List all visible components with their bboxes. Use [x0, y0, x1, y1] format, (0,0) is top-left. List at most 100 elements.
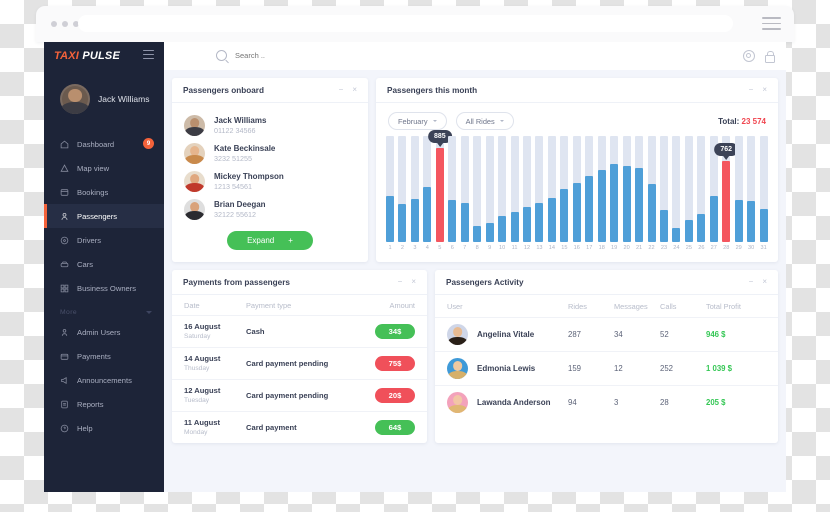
minimize-icon[interactable]: −: [398, 278, 403, 286]
chart-bar-slot[interactable]: [473, 136, 482, 242]
sidebar-item-passengers[interactable]: Passengers: [44, 204, 164, 228]
chart-bar-slot[interactable]: [672, 136, 681, 242]
chart-bar[interactable]: [398, 204, 407, 242]
chart-bar-slot[interactable]: [560, 136, 569, 242]
table-row[interactable]: Angelina Vitale 287 34 52 946 $: [435, 317, 778, 351]
chart-bar[interactable]: [535, 202, 544, 242]
list-item[interactable]: Kate Beckinsale 3232 51255: [172, 139, 368, 167]
chart-bar-slot[interactable]: [510, 136, 519, 242]
chart-bar-slot[interactable]: 885: [427, 130, 452, 242]
expand-button[interactable]: Expand +: [227, 231, 313, 250]
sidebar-user-profile[interactable]: Jack Williams: [44, 70, 164, 128]
sidebar-brand[interactable]: TAXI PULSE: [44, 42, 164, 70]
chart-bar[interactable]: [522, 207, 531, 242]
chart-bar[interactable]: [485, 223, 494, 242]
sidebar-item-reports[interactable]: Reports: [44, 392, 164, 416]
chart-bar-slot[interactable]: [410, 136, 419, 242]
window-controls[interactable]: [51, 21, 79, 27]
chart-bar[interactable]: [473, 225, 482, 242]
sidebar-item-bookings[interactable]: Bookings: [44, 180, 164, 204]
list-item[interactable]: Mickey Thompson 1213 54561: [172, 167, 368, 195]
chart-bar[interactable]: [597, 169, 606, 242]
close-icon[interactable]: ×: [762, 278, 767, 286]
chart-bar-slot[interactable]: [597, 136, 606, 242]
chart-bar[interactable]: [560, 189, 569, 242]
sidebar-item-business-owners[interactable]: Business Owners: [44, 276, 164, 300]
month-filter-dropdown[interactable]: February: [388, 112, 447, 130]
chart-bar-slot[interactable]: [522, 136, 531, 242]
browser-menu-icon[interactable]: [762, 17, 781, 30]
chart-bar-slot[interactable]: [659, 136, 668, 242]
minimize-icon[interactable]: −: [749, 86, 754, 94]
sidebar-item-map-view[interactable]: Map view: [44, 156, 164, 180]
chart-bar[interactable]: [423, 186, 432, 242]
chart-bar-slot[interactable]: [572, 136, 581, 242]
sidebar-item-cars[interactable]: Cars: [44, 252, 164, 276]
chart-bar-slot[interactable]: [460, 136, 469, 242]
chart-bar[interactable]: [448, 199, 457, 242]
chart-bar-slot[interactable]: [622, 136, 631, 242]
search-input[interactable]: [233, 50, 357, 61]
chart-bar[interactable]: [635, 167, 644, 242]
chart-bar[interactable]: [709, 196, 718, 242]
chart-bar-slot[interactable]: [386, 136, 394, 242]
chart-bar-slot[interactable]: [423, 136, 432, 242]
chart-bar[interactable]: [547, 198, 556, 242]
sidebar-item-admin-users[interactable]: Admin Users: [44, 320, 164, 344]
chart-bar[interactable]: [659, 210, 668, 242]
chart-bar[interactable]: [585, 176, 594, 242]
chart-bar[interactable]: [684, 220, 693, 242]
sidebar-toggle-icon[interactable]: [143, 50, 154, 62]
search-container[interactable]: [216, 50, 357, 61]
chart-bar-slot[interactable]: [635, 136, 644, 242]
chart-bar[interactable]: [460, 202, 469, 242]
minimize-icon[interactable]: −: [749, 278, 754, 286]
chart-bar[interactable]: [410, 199, 419, 242]
chart-bar[interactable]: [697, 214, 706, 242]
rides-filter-dropdown[interactable]: All Rides: [455, 112, 514, 130]
chart-bar-slot[interactable]: 762: [714, 136, 739, 242]
chart-bar[interactable]: [672, 228, 681, 242]
table-row[interactable]: 16 August Saturday Cash 34$: [172, 315, 427, 347]
chart-bar[interactable]: [498, 216, 507, 242]
table-row[interactable]: 14 August Thusday Card payment pending 7…: [172, 347, 427, 379]
chart-bar-slot[interactable]: [535, 136, 544, 242]
chart-bar-slot[interactable]: [585, 136, 594, 242]
sidebar-item-payments[interactable]: Payments: [44, 344, 164, 368]
table-row[interactable]: 12 August Tuesday Card payment pending 2…: [172, 379, 427, 411]
table-row[interactable]: 11 August Monday Card payment 64$: [172, 411, 427, 443]
lock-icon[interactable]: [765, 51, 775, 63]
chart-bar[interactable]: [610, 164, 619, 242]
chart-bar-slot[interactable]: [697, 136, 706, 242]
chart-bar[interactable]: [510, 211, 519, 242]
chart-bar[interactable]: 885: [427, 130, 452, 242]
chart-bar-slot[interactable]: [734, 136, 743, 242]
chart-bar-slot[interactable]: [747, 136, 756, 242]
chart-bar[interactable]: [747, 201, 756, 242]
close-icon[interactable]: ×: [762, 86, 767, 94]
chart-bar[interactable]: [622, 165, 631, 242]
chart-bar[interactable]: [572, 182, 581, 242]
table-row[interactable]: Edmonia Lewis 159 12 252 1 039 $: [435, 351, 778, 385]
close-icon[interactable]: ×: [352, 86, 357, 94]
chart-bar-slot[interactable]: [448, 136, 457, 242]
sidebar-item-drivers[interactable]: Drivers: [44, 228, 164, 252]
list-item[interactable]: Brian Deegan 32122 55612: [172, 195, 368, 223]
chart-bar-slot[interactable]: [684, 136, 693, 242]
chart-bar-slot[interactable]: [647, 136, 656, 242]
browser-url-bar[interactable]: [78, 15, 733, 32]
sidebar-item-announcements[interactable]: Announcements: [44, 368, 164, 392]
chart-bar-slot[interactable]: [485, 136, 494, 242]
sidebar-item-dashboard[interactable]: Dashboard 9: [44, 132, 164, 156]
sidebar-item-help[interactable]: Help: [44, 416, 164, 440]
minimize-icon[interactable]: −: [339, 86, 344, 94]
gear-icon[interactable]: [743, 50, 755, 62]
chart-bar[interactable]: [386, 196, 394, 242]
chart-bar[interactable]: [734, 199, 743, 242]
close-icon[interactable]: ×: [411, 278, 416, 286]
chart-bar[interactable]: 762: [714, 143, 739, 242]
sidebar-group-more[interactable]: More: [44, 300, 164, 320]
chart-bar[interactable]: [647, 184, 656, 242]
table-row[interactable]: Lawanda Anderson 94 3 28 205 $: [435, 385, 778, 419]
chart-bar[interactable]: [759, 209, 768, 242]
